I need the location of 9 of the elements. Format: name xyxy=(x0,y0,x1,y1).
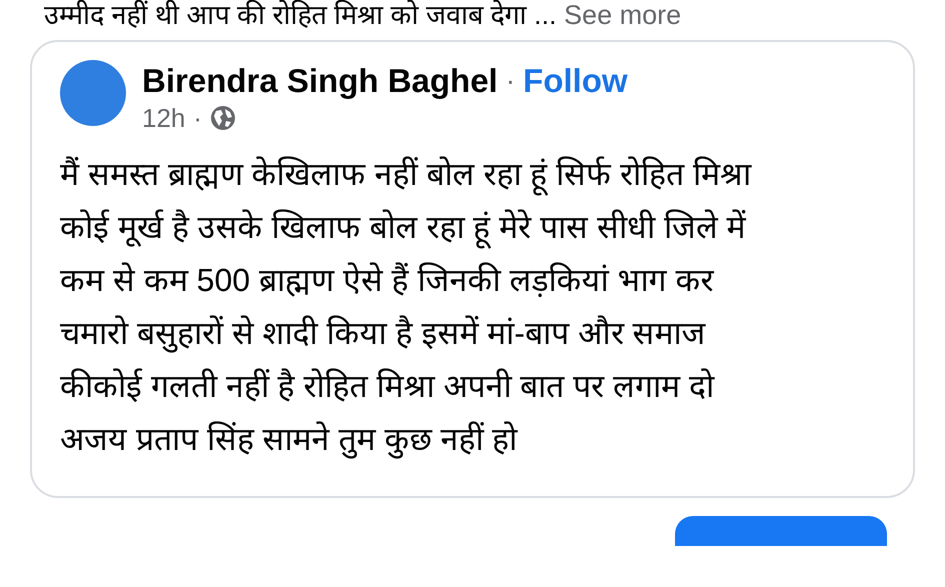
post-text: मैं समस्त ब्राह्मण केखिलाफ नहीं बोल रहा हूं सिर्फ रोहित मिश्रा कोई मूर्ख है उसके खिलाफ बोल रहा हूं मेरे पास सीधी जिले में कम से कम 500 ब्राह्मण ऐसे हैं जिनकी लड़कियां भाग कर चमारो बसुहारों से शादी किया है इसमें मां-बाप और समाज कीकोई गलती नहीं है रोहित मिश्रा अपनी बात पर लगाम दो अजय प्रताप सिंह सामने तुम कुछ नहीं हो xyxy=(60,155,753,461)
separator-dot: · xyxy=(506,64,516,98)
caption-text: उम्मीद नहीं थी आप की रोहित मिश्रा को जवाब देगा ... xyxy=(44,0,557,30)
see-more-link[interactable]: See more xyxy=(564,0,682,30)
separator-dot: · xyxy=(193,102,202,134)
follow-link[interactable]: Follow xyxy=(523,61,628,101)
button[interactable] xyxy=(675,516,887,546)
author-name[interactable]: Birendra Singh Baghel xyxy=(142,61,498,101)
post-time[interactable]: 12h xyxy=(142,102,186,134)
